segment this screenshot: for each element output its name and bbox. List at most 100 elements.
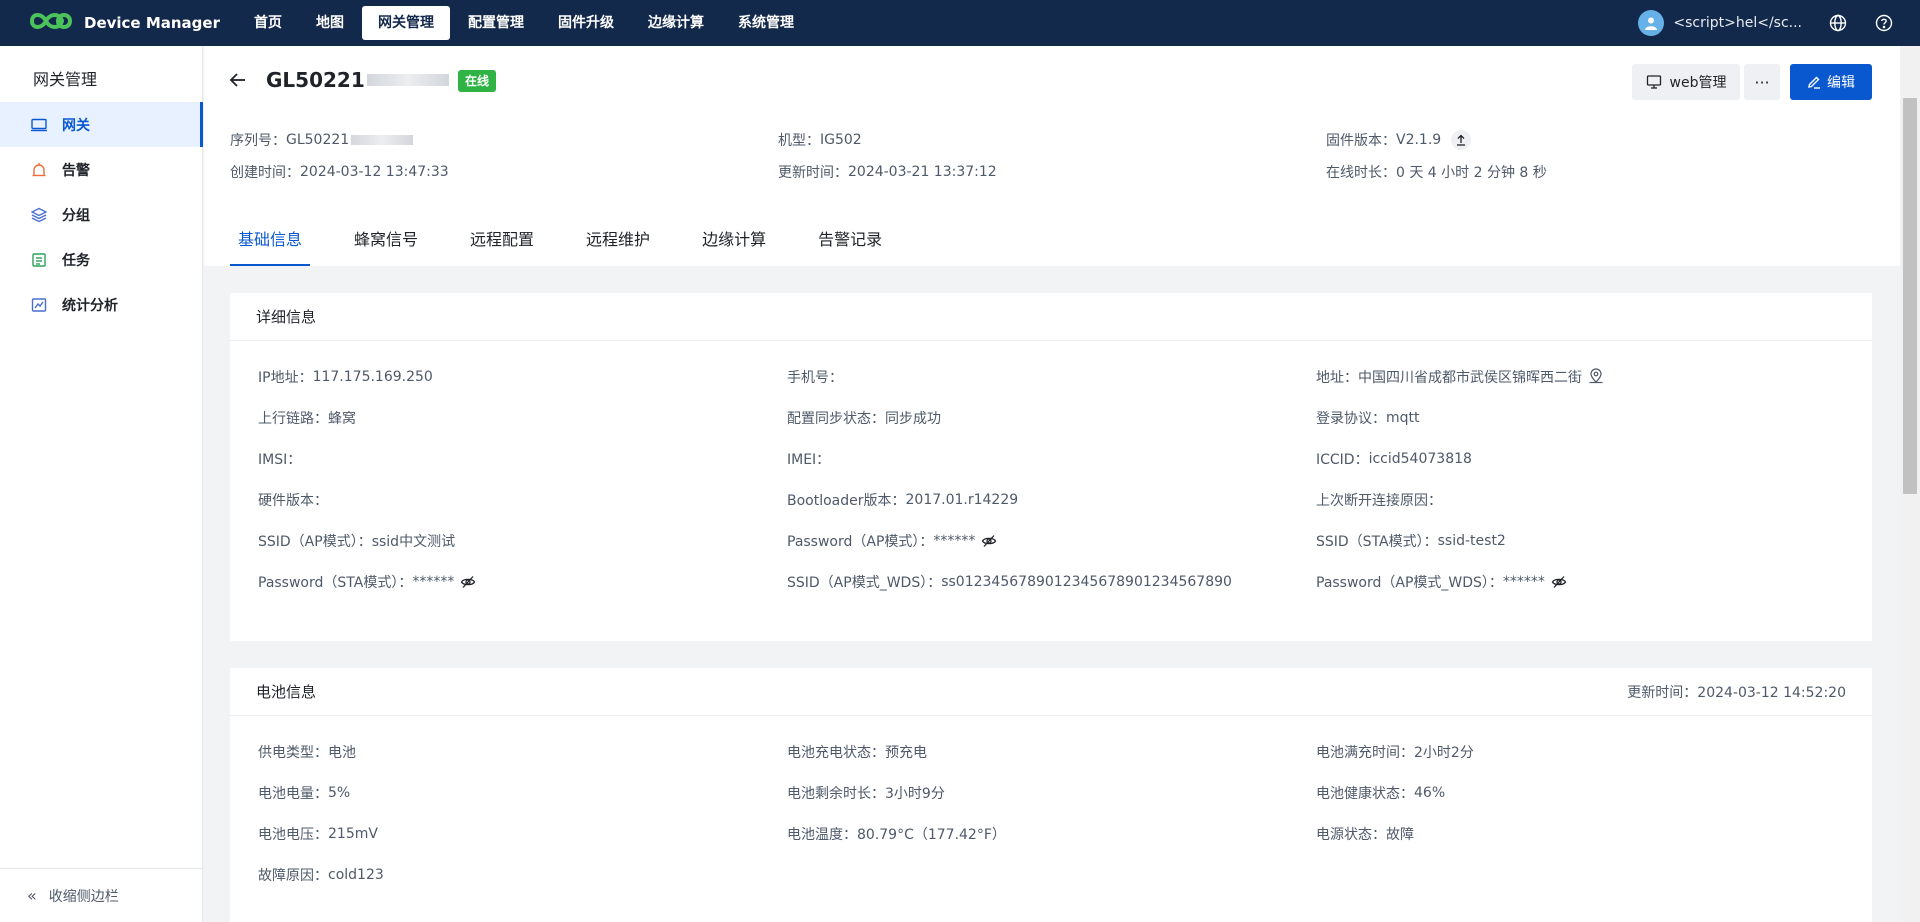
edit-button[interactable]: 编辑 xyxy=(1790,64,1872,100)
field-power-status: 电源状态： 故障 xyxy=(1316,824,1414,844)
pencil-icon xyxy=(1808,76,1820,89)
sidebar-item-label: 任务 xyxy=(62,252,90,269)
sidebar-item-gateway[interactable]: 网关 xyxy=(0,102,203,147)
user-menu[interactable]: <script>hel</sc... xyxy=(1638,10,1802,36)
scrollbar-thumb[interactable] xyxy=(1903,98,1917,494)
tab-remote-config[interactable]: 远程配置 xyxy=(462,224,542,266)
created-label: 创建时间： xyxy=(230,165,300,181)
model-value: IG502 xyxy=(820,132,862,148)
sidebar-item-task[interactable]: 任务 xyxy=(0,237,202,282)
nav-system-management[interactable]: 系统管理 xyxy=(722,6,810,40)
model: 机型： IG502 xyxy=(778,130,862,150)
field-remaining-time: 电池剩余时长： 3小时9分 xyxy=(787,783,945,803)
alarm-icon xyxy=(30,161,48,179)
sidebar-item-stats[interactable]: 统计分析 xyxy=(0,282,202,327)
detail-info-card: 详细信息 IP地址： 117.175.169.250 手机号： 地址： 中国四川省成… xyxy=(230,293,1872,641)
field-value: ss0123456789012345678901234567890 xyxy=(941,574,1232,590)
field-fault-reason: 故障原因： cold123 xyxy=(258,865,384,885)
stats-icon xyxy=(30,296,48,314)
eye-off-icon[interactable] xyxy=(460,574,476,590)
nav-map[interactable]: 地图 xyxy=(300,6,360,40)
eye-off-icon[interactable] xyxy=(1551,574,1567,590)
field-address: 地址： 中国四川省成都市武侯区锦晖西二街 xyxy=(1316,367,1606,387)
field-label: 电池剩余时长： xyxy=(787,786,885,802)
field-value: iccid54073818 xyxy=(1368,451,1472,467)
nav-firmware-upgrade[interactable]: 固件升级 xyxy=(542,6,630,40)
field-label: 电池电压： xyxy=(258,827,328,843)
field-full-charge-time: 电池满充时间： 2小时2分 xyxy=(1316,742,1474,762)
tab-cellular-signal[interactable]: 蜂窝信号 xyxy=(346,224,426,266)
sidebar-item-alarm[interactable]: 告警 xyxy=(0,147,202,192)
field-value: ****** xyxy=(1502,574,1545,590)
field-charge-status: 电池充电状态： 预充电 xyxy=(787,742,927,762)
location-icon[interactable] xyxy=(1588,368,1606,386)
sidebar-item-group[interactable]: 分组 xyxy=(0,192,202,237)
upload-icon[interactable] xyxy=(1451,130,1472,150)
sidebar-item-label: 分组 xyxy=(62,207,90,224)
field-bootloader: Bootloader版本： 2017.01.r14229 xyxy=(787,490,1018,510)
field-label: SSID（STA模式）： xyxy=(1316,534,1438,550)
field-battery-level: 电池电量： 5% xyxy=(258,783,350,803)
web-management-button[interactable]: web管理 xyxy=(1632,64,1740,100)
avatar xyxy=(1638,10,1665,36)
brand[interactable]: Device Manager xyxy=(0,0,232,46)
battery-updated-value: 2024-03-12 14:52:20 xyxy=(1697,684,1846,701)
globe-icon[interactable] xyxy=(1828,13,1848,33)
field-iccid: ICCID： iccid54073818 xyxy=(1316,449,1472,469)
field-value: 3小时9分 xyxy=(885,786,945,802)
field-config-sync: 配置同步状态： 同步成功 xyxy=(787,408,941,428)
field-value: 5% xyxy=(328,785,351,801)
field-value: 预充电 xyxy=(885,745,927,761)
collapse-sidebar-button[interactable]: « 收缩侧边栏 xyxy=(0,868,202,922)
more-button[interactable]: ··· xyxy=(1744,64,1780,100)
field-label: 电池电量： xyxy=(258,786,328,802)
web-management-label: web管理 xyxy=(1669,75,1727,91)
field-label: SSID（AP模式）： xyxy=(258,534,372,550)
field-battery-temperature: 电池温度： 80.79°C（177.42°F） xyxy=(787,824,1006,844)
brand-name: Device Manager xyxy=(84,14,220,32)
tab-alarm-records[interactable]: 告警记录 xyxy=(810,224,890,266)
field-battery-voltage: 电池电压： 215mV xyxy=(258,824,378,844)
updated-label: 更新时间： xyxy=(778,165,848,181)
battery-updated-time: 更新时间：2024-03-12 14:52:20 xyxy=(1627,682,1846,702)
edit-label: 编辑 xyxy=(1827,75,1855,91)
field-label: 手机号： xyxy=(787,370,843,386)
serial-number: 序列号： GL50221 xyxy=(230,130,414,150)
nav-gateway-management[interactable]: 网关管理 xyxy=(362,6,450,40)
created-value: 2024-03-12 13:47:33 xyxy=(300,164,449,180)
field-imei: IMEI： xyxy=(787,449,830,469)
layers-icon xyxy=(30,206,48,224)
firmware-label: 固件版本： xyxy=(1326,133,1396,149)
tab-edge-computing[interactable]: 边缘计算 xyxy=(694,224,774,266)
field-label: ICCID： xyxy=(1316,452,1369,468)
updated-time: 更新时间： 2024-03-21 13:37:12 xyxy=(778,162,997,182)
user-name: <script>hel</sc... xyxy=(1673,15,1802,31)
field-battery-health: 电池健康状态： 46% xyxy=(1316,783,1445,803)
back-arrow-icon[interactable] xyxy=(228,70,248,90)
masked-text xyxy=(351,135,414,145)
field-value: 80.79°C（177.42°F） xyxy=(857,827,1006,843)
field-label: 电池温度： xyxy=(787,827,857,843)
field-password-ap-wds: Password（AP模式_WDS）： ****** xyxy=(1316,572,1567,592)
field-value: 同步成功 xyxy=(885,411,941,427)
field-value: 电池 xyxy=(328,745,356,761)
help-icon[interactable] xyxy=(1874,13,1894,33)
tab-basic-info[interactable]: 基础信息 xyxy=(230,224,311,266)
field-uplink: 上行链路： 蜂窝 xyxy=(258,408,356,428)
field-label: 登录协议： xyxy=(1316,411,1386,427)
field-ip: IP地址： 117.175.169.250 xyxy=(258,367,433,387)
nav-config-management[interactable]: 配置管理 xyxy=(452,6,540,40)
nav-home[interactable]: 首页 xyxy=(238,6,298,40)
field-label: 供电类型： xyxy=(258,745,328,761)
page-scrollbar[interactable] xyxy=(1900,46,1920,922)
field-label: 上次断开连接原因： xyxy=(1316,493,1442,509)
tab-remote-maintenance[interactable]: 远程维护 xyxy=(578,224,658,266)
field-value: ****** xyxy=(412,574,455,590)
eye-off-icon[interactable] xyxy=(981,533,997,549)
masked-text xyxy=(366,74,449,86)
field-value: mqtt xyxy=(1386,410,1420,426)
updated-value: 2024-03-21 13:37:12 xyxy=(848,164,997,180)
main-nav: 首页 地图 网关管理 配置管理 固件升级 边缘计算 系统管理 xyxy=(238,0,812,46)
card-title: 电池信息 xyxy=(256,683,317,701)
nav-edge-computing[interactable]: 边缘计算 xyxy=(632,6,720,40)
